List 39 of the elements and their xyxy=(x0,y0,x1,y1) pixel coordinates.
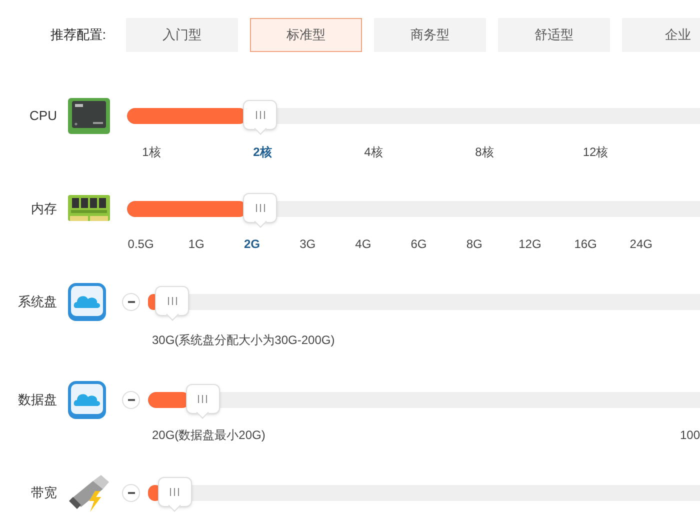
cloud-icon xyxy=(67,282,107,322)
size-note: 20G(数据盘最小20G) xyxy=(152,427,266,444)
scale-tick-label[interactable]: 4G xyxy=(335,235,391,253)
scale-tick-label[interactable]: 12核 xyxy=(540,143,651,161)
preset-tab[interactable]: 企业 xyxy=(622,18,700,52)
preset-tab[interactable]: 商务型 xyxy=(374,18,486,52)
scale-tick-label[interactable]: 3G xyxy=(280,235,336,253)
cloud-icon xyxy=(67,380,107,420)
preset-tab[interactable]: 舒适型 xyxy=(498,18,610,52)
scale-tick-label[interactable]: 4核 xyxy=(318,143,429,161)
scale-tick-label[interactable]: 2G xyxy=(224,235,280,253)
resource-label: CPU xyxy=(28,107,57,126)
resource-label: 内存 xyxy=(30,200,57,218)
scale-tick-label[interactable]: 24G xyxy=(613,235,669,253)
minus-icon xyxy=(128,399,134,401)
scale-tick-label[interactable]: 1核 xyxy=(96,143,207,161)
decrease-button[interactable] xyxy=(122,484,140,502)
scale-tick-label[interactable]: 8核 xyxy=(429,143,540,161)
resource-label: 带宽 xyxy=(30,484,57,502)
minus-icon xyxy=(128,492,134,494)
scale-tick-label[interactable]: 6G xyxy=(390,235,447,253)
cpu-chip-icon xyxy=(67,96,111,136)
network-plug-icon xyxy=(67,473,111,513)
scale-tick-label[interactable]: 2核 xyxy=(207,143,318,161)
resource-label: 系统盘 xyxy=(17,293,57,312)
scale-tick-label[interactable]: 16G xyxy=(558,235,614,253)
resource-label: 数据盘 xyxy=(17,391,57,410)
scale-tick-label[interactable]: 12G xyxy=(502,235,558,253)
preset-tab[interactable]: 标准型 xyxy=(250,18,362,52)
decrease-button[interactable] xyxy=(122,391,140,409)
scale-tick-label[interactable]: 0.5G xyxy=(113,235,169,253)
scale-tick-label[interactable]: 1G xyxy=(168,235,224,253)
preset-tab[interactable]: 入门型 xyxy=(126,18,238,52)
size-note: 30G(系统盘分配大小为30G-200G) xyxy=(152,332,335,349)
preset-label: 推荐配置: xyxy=(49,26,107,44)
minus-icon xyxy=(128,301,134,303)
decrease-button[interactable] xyxy=(122,293,140,311)
scale-tick-label[interactable]: 8G xyxy=(446,235,502,253)
scale-max-label: 100 xyxy=(680,427,700,444)
